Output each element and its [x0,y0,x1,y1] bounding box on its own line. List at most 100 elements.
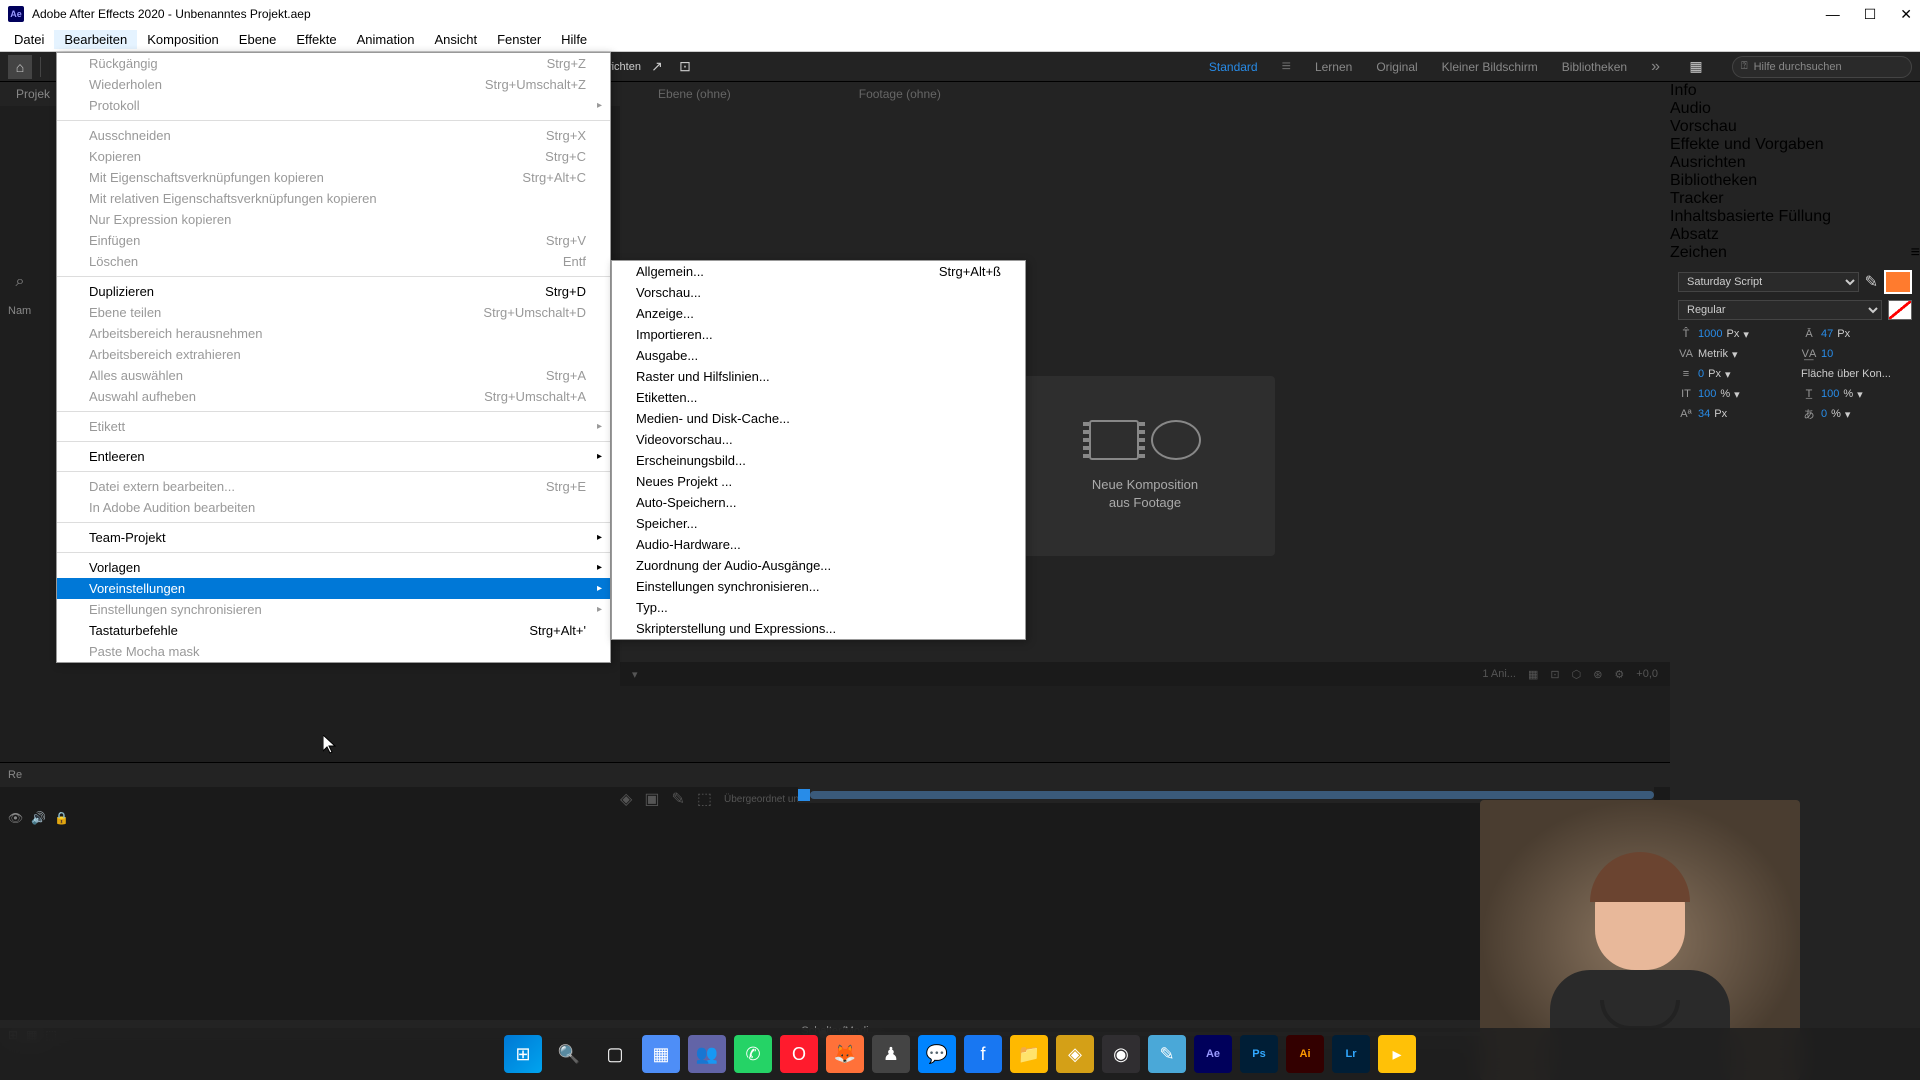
close-button[interactable]: ✕ [1900,6,1912,23]
submenu-item-allgemein-[interactable]: Allgemein...Strg+Alt+ß [612,261,1025,282]
workspace-kleiner[interactable]: Kleiner Bildschirm [1442,60,1538,74]
tab-footage[interactable]: Footage (ohne) [851,83,949,105]
submenu-item-speicher-[interactable]: Speicher... [612,513,1025,534]
viewer-icon-4[interactable]: ⊛ [1593,668,1602,681]
submenu-item-erscheinungsbild-[interactable]: Erscheinungsbild... [612,450,1025,471]
panel-bibliotheken[interactable]: Bibliotheken [1670,172,1920,190]
panel-fuellung[interactable]: Inhaltsbasierte Füllung [1670,208,1920,226]
submenu-item-skripterstellung-und-expressions-[interactable]: Skripterstellung und Expressions... [612,618,1025,639]
taskbar-start[interactable]: ⊞ [504,1035,542,1073]
menu-effekte[interactable]: Effekte [286,30,346,49]
menu-datei[interactable]: Datei [4,30,54,49]
project-search-icon[interactable]: ⌕ [8,270,32,294]
submenu-item-einstellungen-synchronisieren-[interactable]: Einstellungen synchronisieren... [612,576,1025,597]
menu-fenster[interactable]: Fenster [487,30,551,49]
submenu-item-importieren-[interactable]: Importieren... [612,324,1025,345]
menu-ansicht[interactable]: Ansicht [424,30,487,49]
taskbar-app-5[interactable]: ▸ [1378,1035,1416,1073]
panel-zeichen[interactable]: Zeichen ≡ [1670,244,1920,262]
font-style-select[interactable]: Regular [1678,300,1882,320]
hscale-value[interactable]: 100 [1821,388,1839,400]
taskbar-app-4[interactable]: ✎ [1148,1035,1186,1073]
viewer-icon-3[interactable]: ⬡ [1572,668,1582,681]
taskbar-teams[interactable]: 👥 [688,1035,726,1073]
workspace-bibliotheken[interactable]: Bibliotheken [1562,60,1627,74]
menu-item-vorlagen[interactable]: Vorlagen▸ [57,557,610,578]
panel-vorschau[interactable]: Vorschau [1670,118,1920,136]
panel-tracker[interactable]: Tracker [1670,190,1920,208]
new-composition-card[interactable]: Neue Komposition aus Footage [1015,376,1275,556]
menu-komposition[interactable]: Komposition [137,30,229,49]
maximize-button[interactable]: ☐ [1864,6,1877,23]
taskbar-photoshop[interactable]: Ps [1240,1035,1278,1073]
tl-tool-4[interactable]: ⬚ [697,789,712,809]
menu-item-duplizieren[interactable]: DuplizierenStrg+D [57,281,610,302]
eyedropper-icon[interactable]: ✎ [1865,272,1878,292]
submenu-item-etiketten-[interactable]: Etiketten... [612,387,1025,408]
leading-value[interactable]: 47 [1821,328,1833,340]
font-family-select[interactable]: Saturday Script [1678,272,1859,292]
home-tool[interactable]: ⌂ [8,55,32,79]
workspace-menu[interactable]: ▦ [1684,55,1708,79]
taskbar-obs[interactable]: ◉ [1102,1035,1140,1073]
taskbar-taskview[interactable]: ▢ [596,1035,634,1073]
tab-ebene[interactable]: Ebene (ohne) [650,83,739,105]
taskbar-app-1[interactable]: ▦ [642,1035,680,1073]
viewer-icon-1[interactable]: ▦ [1528,668,1538,681]
timeline-render-tab[interactable]: Re [8,769,22,781]
menu-bearbeiten[interactable]: Bearbeiten [54,30,137,49]
baseline-value[interactable]: 34 [1698,408,1710,420]
taskbar-app-2[interactable]: ♟ [872,1035,910,1073]
stroke-mode[interactable]: Fläche über Kon... [1801,368,1891,380]
submenu-item-typ-[interactable]: Typ... [612,597,1025,618]
submenu-item-vorschau-[interactable]: Vorschau... [612,282,1025,303]
snap-tool[interactable]: ↗ [645,55,669,79]
kerning-value[interactable]: Metrik [1698,348,1728,360]
panel-absatz[interactable]: Absatz [1670,226,1920,244]
taskbar-opera[interactable]: O [780,1035,818,1073]
tsume-value[interactable]: 0 [1821,408,1827,420]
taskbar-app-3[interactable]: ◈ [1056,1035,1094,1073]
viewer-icon-5[interactable]: ⚙ [1614,668,1624,681]
vscale-value[interactable]: 100 [1698,388,1716,400]
panel-audio[interactable]: Audio [1670,100,1920,118]
viewer-icon-2[interactable]: ⊡ [1550,668,1559,681]
tl-eye-icon[interactable]: 👁 [8,811,23,825]
submenu-item-audio-hardware-[interactable]: Audio-Hardware... [612,534,1025,555]
menu-item-tastaturbefehle[interactable]: TastaturbefehleStrg+Alt+' [57,620,610,641]
taskbar-search[interactable]: 🔍 [550,1035,588,1073]
submenu-item-medien-und-disk-cache-[interactable]: Medien- und Disk-Cache... [612,408,1025,429]
menu-item-team-projekt[interactable]: Team-Projekt▸ [57,527,610,548]
submenu-item-auto-speichern-[interactable]: Auto-Speichern... [612,492,1025,513]
submenu-item-neues-projekt-[interactable]: Neues Projekt ... [612,471,1025,492]
help-search[interactable]: ⍰ Hilfe durchsuchen [1732,56,1912,78]
tab-projekt[interactable]: Projek [8,83,58,105]
tl-tool-1[interactable]: ◈ [620,789,632,809]
taskbar-aftereffects[interactable]: Ae [1194,1035,1232,1073]
tl-tool-3[interactable]: ✎ [671,789,684,809]
tl-lock-icon[interactable]: 🔒 [54,811,69,825]
taskbar-facebook[interactable]: f [964,1035,1002,1073]
taskbar-messenger[interactable]: 💬 [918,1035,956,1073]
submenu-item-anzeige-[interactable]: Anzeige... [612,303,1025,324]
submenu-item-raster-und-hilfslinien-[interactable]: Raster und Hilfslinien... [612,366,1025,387]
taskbar-explorer[interactable]: 📁 [1010,1035,1048,1073]
workspace-standard[interactable]: Standard [1209,60,1258,74]
menu-item-voreinstellungen[interactable]: Voreinstellungen▸ [57,578,610,599]
taskbar-firefox[interactable]: 🦊 [826,1035,864,1073]
workspace-lernen[interactable]: Lernen [1315,60,1352,74]
fill-color-swatch[interactable] [1884,270,1912,294]
panel-info[interactable]: Info [1670,82,1920,100]
taskbar-illustrator[interactable]: Ai [1286,1035,1324,1073]
workspace-original[interactable]: Original [1376,60,1417,74]
playhead[interactable] [798,789,810,801]
tl-speaker-icon[interactable]: 🔊 [31,811,46,825]
submenu-item-zuordnung-der-audio-ausg-nge-[interactable]: Zuordnung der Audio-Ausgänge... [612,555,1025,576]
stroke-none-icon[interactable] [1888,300,1912,320]
menu-animation[interactable]: Animation [347,30,425,49]
tracking-value[interactable]: 10 [1821,348,1833,360]
tl-tool-2[interactable]: ▣ [644,789,659,809]
viewer-anim[interactable]: 1 Ani... [1482,668,1516,680]
panel-effekte[interactable]: Effekte und Vorgaben [1670,136,1920,154]
menu-ebene[interactable]: Ebene [229,30,287,49]
